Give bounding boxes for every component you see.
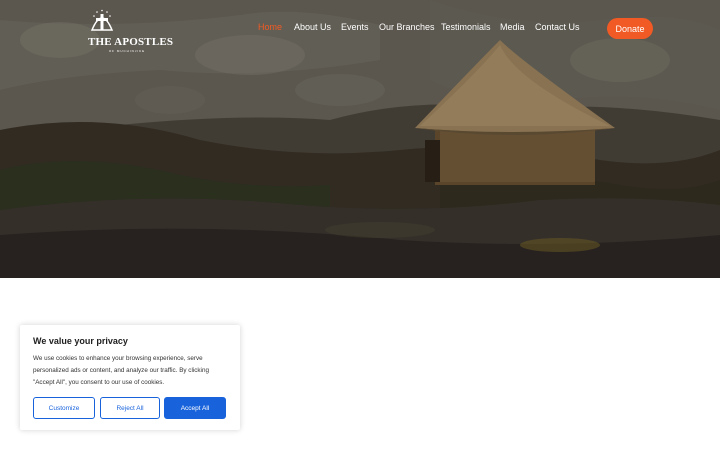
cookie-description: We use cookies to enhance your browsing … bbox=[33, 355, 209, 386]
nav-item-our-branches[interactable]: Our Branches bbox=[379, 22, 435, 32]
site-logo[interactable]: THE APOSTLES OF MUCHINJIKE bbox=[88, 8, 174, 53]
accept-all-button[interactable]: Accept All bbox=[164, 397, 226, 419]
nav-item-events[interactable]: Events bbox=[341, 22, 369, 32]
logo-subtitle: OF MUCHINJIKE bbox=[108, 49, 146, 53]
nav-item-testimonials[interactable]: Testimonials bbox=[441, 22, 491, 32]
reject-all-button[interactable]: Reject All bbox=[100, 397, 160, 419]
nav-item-contact-us[interactable]: Contact Us bbox=[535, 22, 580, 32]
cookie-banner: We value your privacy We use cookies to … bbox=[20, 325, 240, 430]
cookie-title: We value your privacy bbox=[33, 336, 128, 346]
cross-logo-icon bbox=[90, 9, 114, 31]
donate-button[interactable]: Donate bbox=[607, 18, 653, 39]
nav-item-home[interactable]: Home bbox=[258, 22, 282, 32]
hero-banner: THE APOSTLES OF MUCHINJIKE Home About Us… bbox=[0, 0, 720, 278]
nav-item-about-us[interactable]: About Us bbox=[294, 22, 331, 32]
nav-item-media[interactable]: Media bbox=[500, 22, 525, 32]
customize-button[interactable]: Customize bbox=[33, 397, 95, 419]
logo-title: THE APOSTLES bbox=[88, 36, 174, 48]
